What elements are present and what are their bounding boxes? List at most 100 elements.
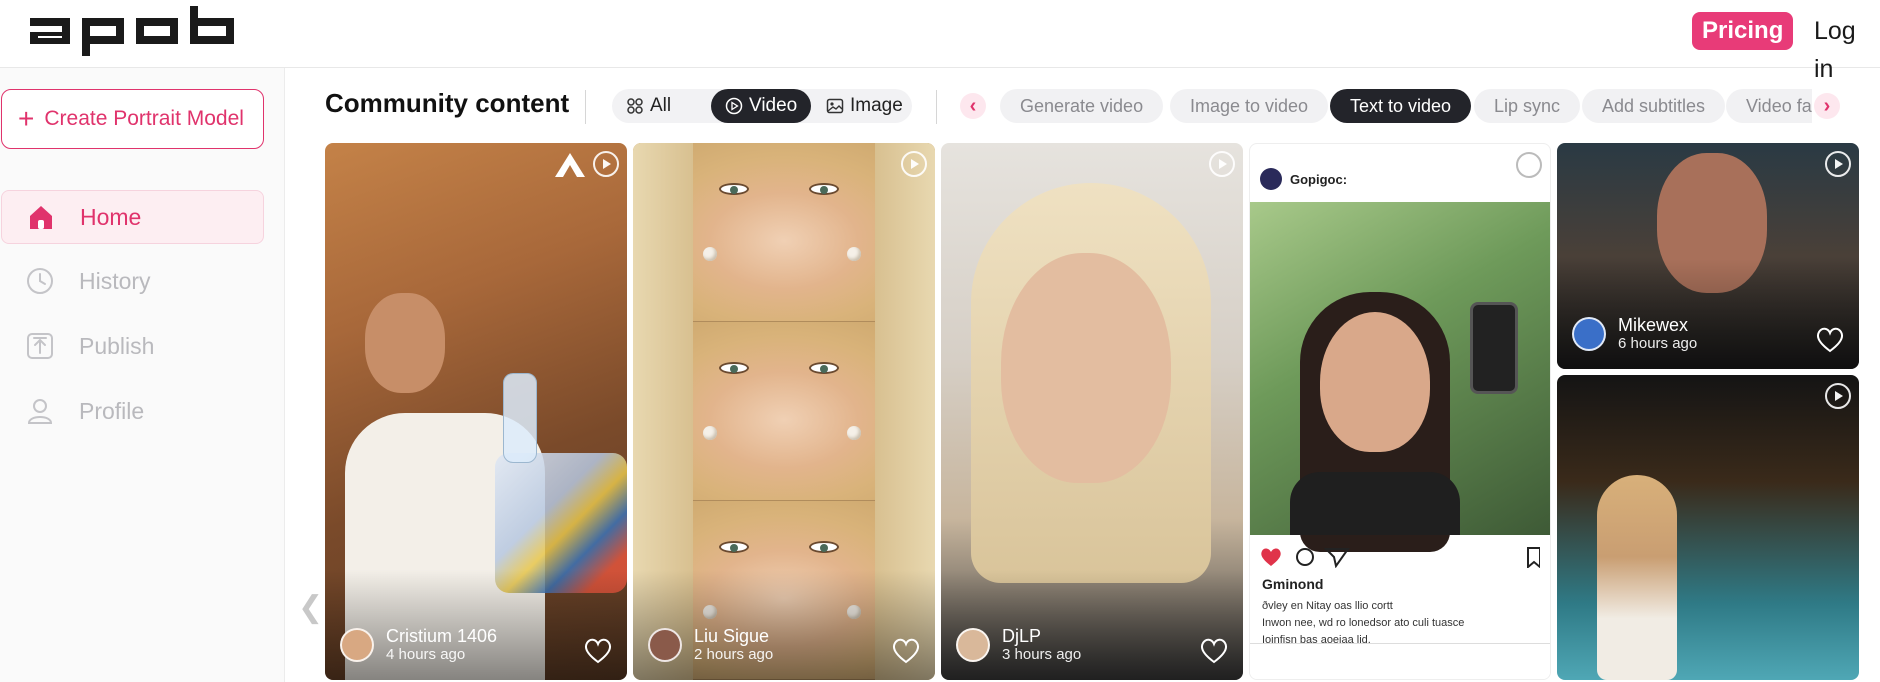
heart-icon[interactable] <box>1815 325 1845 353</box>
sidebar-item-home[interactable]: Home <box>1 190 264 244</box>
category-lip-sync[interactable]: Lip sync <box>1474 89 1581 123</box>
thumbnail-shape <box>365 293 445 393</box>
thumbnail-shape <box>809 183 839 195</box>
grid-icon <box>627 98 643 114</box>
content-card[interactable]: Gopigoc: Gminond ðvley en Nitay oas llio… <box>1249 143 1551 680</box>
author-name[interactable]: Mikewex <box>1618 315 1697 335</box>
post-account-name: Gopigoc: <box>1290 171 1348 187</box>
filter-all[interactable]: All <box>612 89 685 123</box>
category-image-to-video[interactable]: Image to video <box>1170 89 1329 123</box>
post-time: 2 hours ago <box>694 646 774 663</box>
category-text-to-video[interactable]: Text to video <box>1330 89 1472 123</box>
author-name[interactable]: Cristium 1406 <box>386 626 497 646</box>
top-header: Pricing Log in <box>0 0 1880 83</box>
sidebar-item-publish[interactable]: Publish <box>1 319 264 373</box>
image-icon <box>826 98 844 114</box>
heart-icon[interactable] <box>1199 636 1229 664</box>
apob-logo[interactable] <box>28 6 238 56</box>
avatar[interactable] <box>1572 317 1606 351</box>
post-time: 3 hours ago <box>1002 646 1082 663</box>
post-action-icons <box>1261 547 1540 568</box>
avatar[interactable] <box>956 628 990 662</box>
thumbnail-shape <box>503 373 537 463</box>
sidebar-item-label: Home <box>80 203 142 230</box>
author-name[interactable]: DjLP <box>1002 626 1081 646</box>
play-icon <box>901 151 927 177</box>
sidebar-item-label: Publish <box>79 332 155 359</box>
login-link[interactable]: Log in <box>1814 12 1880 88</box>
heart-icon[interactable] <box>891 636 921 664</box>
thumbnail-shape <box>633 143 693 322</box>
sidebar-item-history[interactable]: History <box>1 254 264 308</box>
create-portrait-model-label: Create Portrait Model <box>44 107 244 130</box>
create-portrait-model-button[interactable]: + Create Portrait Model <box>1 89 264 149</box>
play-icon <box>1209 151 1235 177</box>
thumbnail-shape <box>1320 312 1430 452</box>
play-icon <box>1825 383 1851 409</box>
home-icon <box>30 206 52 229</box>
post-time: 6 hours ago <box>1618 335 1698 352</box>
filter-label: Image <box>850 95 903 116</box>
play-icon <box>1516 152 1542 178</box>
comment-icon <box>1296 548 1314 566</box>
avatar[interactable] <box>648 628 682 662</box>
card-meta: Cristium 1406 4 hours ago <box>340 626 497 664</box>
thumbnail-shape <box>875 322 935 501</box>
play-icon <box>593 151 619 177</box>
thumbnail-shape <box>719 541 749 553</box>
content-card[interactable]: Cristium 1406 4 hours ago <box>325 143 627 680</box>
heart-icon[interactable] <box>583 636 613 664</box>
thumbnail-shape <box>847 247 861 261</box>
thumbnail-shape <box>719 362 749 374</box>
filter-video[interactable]: Video <box>711 89 812 123</box>
content-card[interactable]: Liu Sigue 2 hours ago <box>633 143 935 680</box>
card-meta: DjLP 3 hours ago <box>956 626 1081 664</box>
category-generate-video[interactable]: Generate video <box>1000 89 1164 123</box>
content-card[interactable]: DjLP 3 hours ago <box>941 143 1243 680</box>
upload-icon <box>27 333 53 359</box>
page-title: Community content <box>325 88 570 118</box>
thumbnail-shape <box>1597 475 1677 680</box>
thumbnail-shape <box>719 183 749 195</box>
post-caption-line: Inwon nee, wd ro lonedsor ato culi tuasc… <box>1262 617 1465 629</box>
watermark-logo-icon <box>555 153 585 177</box>
filter-label: Video <box>749 95 798 116</box>
card-meta: Mikewex 6 hours ago <box>1572 315 1697 353</box>
thumbnail-shape <box>1470 302 1518 394</box>
post-username: Gminond <box>1262 576 1324 592</box>
play-icon <box>1825 151 1851 177</box>
user-icon <box>27 399 53 424</box>
filter-image[interactable]: Image <box>812 89 917 123</box>
category-add-subtitles[interactable]: Add subtitles <box>1582 89 1726 123</box>
post-bottom-bar <box>1250 643 1550 679</box>
post-header: Gopigoc: <box>1260 168 1347 190</box>
category-video-face-swap[interactable]: Video face swap <box>1726 89 1812 123</box>
content-card[interactable]: Mikewex 6 hours ago <box>1557 143 1859 369</box>
sidebar: + Create Portrait Model Home History Pub… <box>0 68 285 682</box>
filter-label: All <box>650 95 672 116</box>
content-card[interactable] <box>1557 375 1859 680</box>
pricing-button[interactable]: Pricing <box>1692 12 1794 50</box>
avatar <box>1260 168 1282 190</box>
send-icon <box>1323 548 1350 568</box>
post-caption-line: ðvley en Nitay oas llio cortt <box>1262 600 1393 612</box>
media-type-filter: All Video Image <box>612 89 912 123</box>
avatar[interactable] <box>340 628 374 662</box>
clock-icon <box>27 268 53 294</box>
card-meta: Liu Sigue 2 hours ago <box>648 626 773 664</box>
heart-icon <box>1261 548 1281 566</box>
thumbnail-shape <box>633 322 935 501</box>
chevron-left-icon[interactable]: ‹ <box>960 93 986 119</box>
post-time: 4 hours ago <box>386 646 466 663</box>
thumbnail-shape <box>809 362 839 374</box>
thumbnail-shape <box>809 541 839 553</box>
sidebar-item-label: History <box>79 267 151 294</box>
author-name[interactable]: Liu Sigue <box>694 626 773 646</box>
divider <box>936 90 937 124</box>
sidebar-item-profile[interactable]: Profile <box>1 384 264 438</box>
thumbnail-shape <box>703 247 717 261</box>
chevron-left-icon[interactable]: ❮ <box>298 590 323 625</box>
play-circle-icon <box>725 97 743 115</box>
chevron-right-icon[interactable]: › <box>1814 93 1840 119</box>
thumbnail-shape <box>703 426 717 440</box>
